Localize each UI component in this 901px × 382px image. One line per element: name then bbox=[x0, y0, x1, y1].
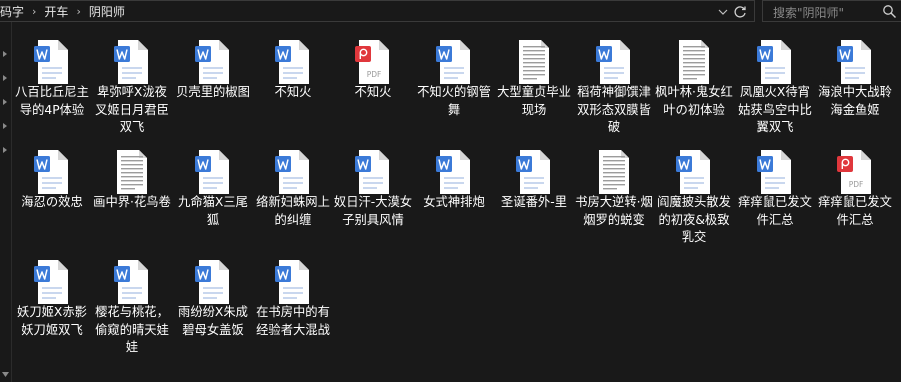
file-item[interactable]: 海忍の效忠 bbox=[12, 132, 92, 236]
word-document-icon bbox=[596, 39, 632, 85]
file-item[interactable]: 奴日汗-大漠女子别具风情 bbox=[333, 132, 413, 236]
file-name: 大型童贞毕业现场 bbox=[497, 85, 571, 117]
text-document-icon bbox=[596, 149, 632, 195]
file-item[interactable]: PDF 痒痒鼠已发文件汇总 bbox=[815, 132, 895, 236]
file-item[interactable]: 八百比丘尼主导的4P体验 bbox=[12, 22, 92, 126]
file-item[interactable]: 在书房中的有经验者大混战 bbox=[253, 242, 333, 346]
file-grid: 八百比丘尼主导的4P体验 卑弥呼X泷夜叉姬日月君臣双飞 贝壳里的椒图 不知火 PDF 不知… bbox=[12, 22, 901, 382]
chevron-down-icon[interactable] bbox=[716, 5, 730, 19]
file-name: 海忍の效忠 bbox=[21, 195, 83, 209]
file-item[interactable]: 阎魔披头散发的初夜&极致乳交 bbox=[654, 132, 734, 244]
word-document-icon bbox=[676, 149, 712, 195]
svg-text:PDF: PDF bbox=[367, 70, 382, 79]
file-name: 书房大逆转·烟烟罗的蜕变 bbox=[575, 195, 653, 227]
file-item[interactable]: 不知火 bbox=[253, 22, 333, 126]
file-name: 稻荷神御馔津双形态双膜皆破 bbox=[577, 85, 651, 134]
file-item[interactable]: 书房大逆转·烟烟罗的蜕变 bbox=[574, 132, 654, 236]
file-item[interactable]: 枫叶林·鬼女红叶の初体验 bbox=[654, 22, 734, 126]
breadcrumb-separator: › bbox=[32, 4, 37, 18]
file-name: 络新妇蛛网上的纠缠 bbox=[256, 195, 330, 227]
file-item[interactable]: 大型童贞毕业现场 bbox=[494, 22, 574, 126]
file-name: 八百比丘尼主导的4P体验 bbox=[15, 85, 89, 117]
word-document-icon bbox=[355, 149, 391, 195]
word-document-icon bbox=[34, 149, 70, 195]
breadcrumb-item[interactable]: 阴阳师 bbox=[85, 3, 129, 20]
file-name: 痒痒鼠已发文件汇总 bbox=[738, 195, 812, 227]
file-name: 女式神排炮 bbox=[423, 195, 485, 209]
breadcrumb-separator: › bbox=[76, 4, 81, 18]
word-document-icon bbox=[837, 39, 873, 85]
file-item[interactable]: PDF 不知火 bbox=[333, 22, 413, 126]
file-item[interactable]: 不知火的钢管舞 bbox=[414, 22, 494, 126]
file-item[interactable]: 圣诞番外-里 bbox=[494, 132, 574, 236]
svg-text:PDF: PDF bbox=[849, 180, 864, 189]
address-bar[interactable]: 码字 › 开车 › 阴阳师 bbox=[0, 0, 755, 22]
file-name: 不知火 bbox=[354, 85, 392, 99]
file-name: 凤凰火X待宵姑获鸟空中比翼双飞 bbox=[738, 85, 812, 134]
refresh-icon[interactable] bbox=[732, 4, 748, 20]
word-document-icon bbox=[757, 149, 793, 195]
file-item[interactable]: 九命猫X三尾狐 bbox=[173, 132, 253, 236]
file-name: 画中界·花鸟卷 bbox=[93, 195, 171, 209]
text-document-icon bbox=[676, 39, 712, 85]
word-document-icon bbox=[34, 259, 70, 305]
search-placeholder: 搜索"阴阳师" bbox=[773, 6, 845, 20]
file-item[interactable]: 妖刀姬X赤影妖刀姬双飞 bbox=[12, 242, 92, 346]
file-name: 卑弥呼X泷夜叉姬日月君臣双飞 bbox=[95, 85, 169, 134]
word-document-icon bbox=[114, 259, 150, 305]
file-name: 圣诞番外-里 bbox=[501, 195, 567, 209]
word-document-icon bbox=[195, 259, 231, 305]
search-icon[interactable] bbox=[882, 4, 897, 19]
file-name: 在书房中的有经验者大混战 bbox=[256, 305, 330, 337]
file-name: 痒痒鼠已发文件汇总 bbox=[818, 195, 892, 227]
file-item[interactable]: 凤凰火X待宵姑获鸟空中比翼双飞 bbox=[735, 22, 815, 134]
pdf-document-icon: PDF bbox=[837, 149, 873, 195]
text-document-icon bbox=[114, 149, 150, 195]
breadcrumb-item[interactable]: 码字 bbox=[0, 3, 28, 20]
word-document-icon bbox=[275, 39, 311, 85]
word-document-icon bbox=[195, 39, 231, 85]
file-item[interactable]: 贝壳里的椒图 bbox=[173, 22, 253, 126]
file-name: 妖刀姬X赤影妖刀姬双飞 bbox=[17, 305, 87, 337]
word-document-icon bbox=[275, 149, 311, 195]
navigation-pane[interactable] bbox=[0, 22, 12, 382]
file-name: 不知火 bbox=[274, 85, 312, 99]
file-name: 不知火的钢管舞 bbox=[417, 85, 491, 117]
file-item[interactable]: 稻荷神御馔津双形态双膜皆破 bbox=[574, 22, 654, 134]
expand-arrow-icon[interactable] bbox=[1, 122, 9, 130]
file-name: 雨纷纷X朱成碧母女盖饭 bbox=[178, 305, 248, 337]
word-document-icon bbox=[757, 39, 793, 85]
word-document-icon bbox=[195, 149, 231, 195]
file-item[interactable]: 卑弥呼X泷夜叉姬日月君臣双飞 bbox=[92, 22, 172, 134]
file-item[interactable]: 络新妇蛛网上的纠缠 bbox=[253, 132, 333, 236]
file-name: 枫叶林·鬼女红叶の初体验 bbox=[655, 85, 733, 117]
file-name: 九命猫X三尾狐 bbox=[178, 195, 248, 227]
expand-arrow-icon[interactable] bbox=[1, 146, 9, 154]
pdf-document-icon: PDF bbox=[355, 39, 391, 85]
file-item[interactable]: 海浪中大战聆海金鱼姬 bbox=[815, 22, 895, 126]
expand-arrow-icon[interactable] bbox=[1, 74, 9, 82]
file-name: 阎魔披头散发的初夜&极致乳交 bbox=[657, 195, 731, 244]
file-item[interactable]: 女式神排炮 bbox=[414, 132, 494, 236]
file-name: 贝壳里的椒图 bbox=[176, 85, 250, 99]
word-document-icon bbox=[34, 39, 70, 85]
word-document-icon bbox=[436, 149, 472, 195]
file-name: 奴日汗-大漠女子别具风情 bbox=[333, 195, 413, 227]
expand-arrow-icon[interactable] bbox=[1, 98, 9, 106]
scroll-down-icon[interactable] bbox=[2, 372, 9, 378]
file-item[interactable]: 画中界·花鸟卷 bbox=[92, 132, 172, 236]
file-item[interactable]: 雨纷纷X朱成碧母女盖饭 bbox=[173, 242, 253, 346]
search-box[interactable]: 搜索"阴阳师" bbox=[762, 0, 901, 22]
word-document-icon bbox=[436, 39, 472, 85]
word-document-icon bbox=[516, 149, 552, 195]
file-item[interactable]: 痒痒鼠已发文件汇总 bbox=[735, 132, 815, 236]
file-name: 海浪中大战聆海金鱼姬 bbox=[818, 85, 892, 117]
expand-arrow-icon[interactable] bbox=[1, 50, 9, 58]
text-document-icon bbox=[516, 39, 552, 85]
word-document-icon bbox=[275, 259, 311, 305]
breadcrumb-item[interactable]: 开车 bbox=[40, 3, 72, 20]
file-name: 樱花与桃花，偷窥的晴天娃娃 bbox=[95, 305, 169, 354]
word-document-icon bbox=[114, 39, 150, 85]
file-item[interactable]: 樱花与桃花，偷窥的晴天娃娃 bbox=[92, 242, 172, 354]
